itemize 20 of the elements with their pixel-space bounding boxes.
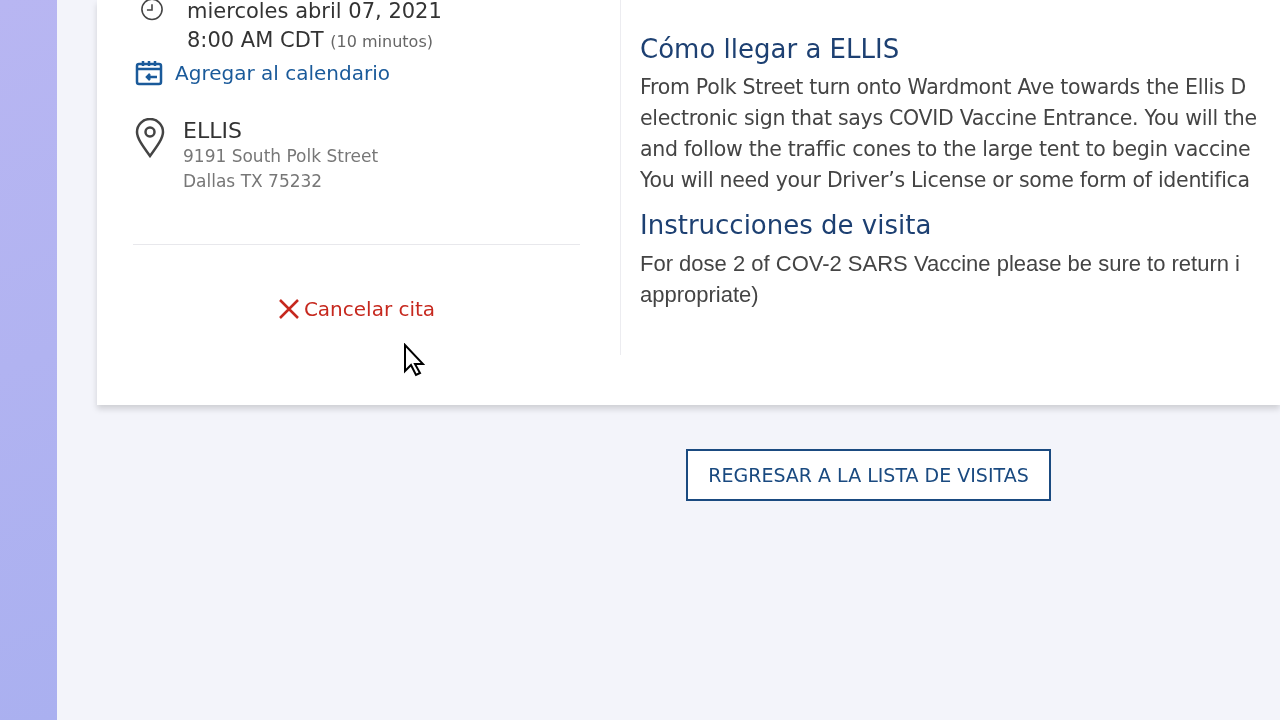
back-to-visits-button[interactable]: REGRESAR A LA LISTA DE VISITAS <box>686 449 1051 501</box>
section-heading: Instrucciones de visita <box>640 210 933 240</box>
location-pin-icon <box>133 118 167 158</box>
address-line: 9191 South Polk Street <box>183 145 379 168</box>
appointment-time: 8:00 AM CDT (10 minutos) <box>187 28 434 52</box>
close-icon <box>277 298 300 320</box>
paragraph-line: electronic sign that says COVID Vaccine Entrance. You will the <box>640 105 1257 132</box>
location-name: ELLIS <box>183 118 243 144</box>
paragraph-line: You will need your Driver’s License or some form of identifica <box>640 167 1251 194</box>
paragraph-line: and follow the traffic cones to the large tent to begin vaccine <box>640 136 1252 163</box>
paragraph-line: From Polk Street turn onto Wardmont Ave towards the Ellis D <box>640 74 1248 101</box>
add-to-calendar-link[interactable]: Agregar al calendario <box>83 60 580 86</box>
paragraph-line: For dose 2 of COV-2 SARS Vaccine please be sure to return i <box>640 250 1241 278</box>
paragraph-line: appropriate) <box>640 281 760 309</box>
mouse-pointer-icon <box>403 343 425 377</box>
section-heading: Cómo llegar a ELLIS <box>640 34 901 64</box>
calendar-icon <box>135 60 163 86</box>
address-line: Dallas TX 75232 <box>183 170 324 193</box>
appointment-date: miercoles abril 07, 2021 <box>187 0 442 22</box>
cancel-appointment-link[interactable]: Cancelar cita <box>277 297 436 321</box>
